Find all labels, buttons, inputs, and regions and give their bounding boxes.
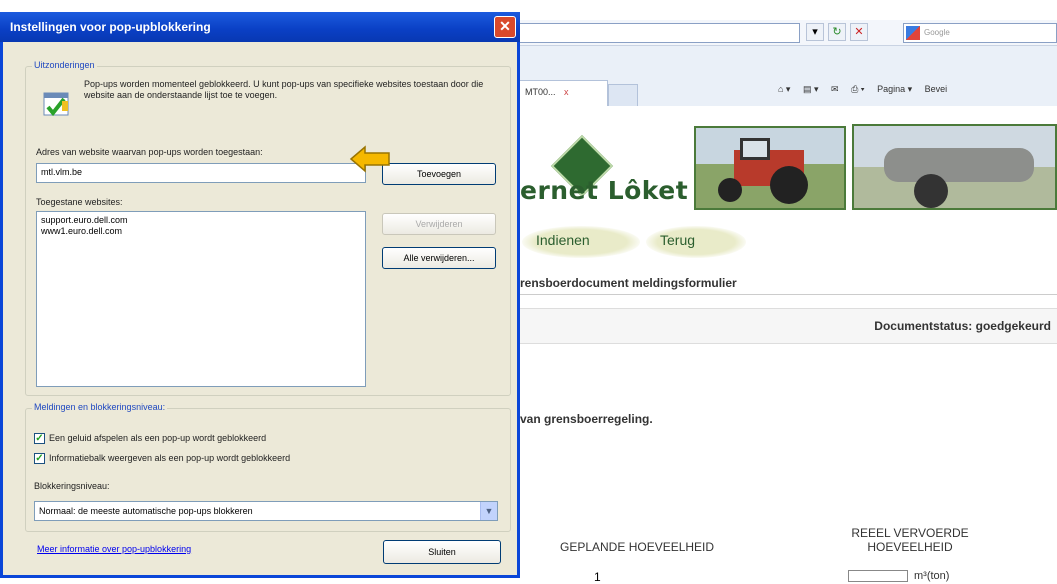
site-banner: ernet Lôket <box>520 114 1057 218</box>
address-bar[interactable] <box>518 23 800 43</box>
website-address-input[interactable]: mtl.vlm.be <box>36 163 366 183</box>
list-item[interactable]: www1.euro.dell.com <box>41 226 361 237</box>
print-icon[interactable]: ⎙ ▾ <box>851 84 864 95</box>
blocking-level-select[interactable]: Normaal: de meeste automatische pop-ups … <box>34 501 498 521</box>
pointer-arrow-icon <box>349 145 390 173</box>
address-toolbar: ▾ ↻ ✕ Google <box>510 20 1057 46</box>
form-title: rensboerdocument meldingsformulier <box>520 276 737 290</box>
command-bar: ⌂ ▾ ▤ ▾ ✉ ⎙ ▾ Pagina ▾ Bevei <box>778 84 957 104</box>
planned-value: 1 <box>594 570 601 584</box>
info-text: Pop-ups worden momenteel geblokkeerd. U … <box>84 79 484 100</box>
popup-info-icon <box>43 92 69 117</box>
home-icon[interactable]: ⌂ ▾ <box>778 84 790 95</box>
sound-checkbox-label: Een geluid afspelen als een pop-up wordt… <box>49 433 267 443</box>
dialog-titlebar[interactable]: Instellingen voor pop-upblokkering ✕ <box>0 12 520 42</box>
infobar-checkbox-row[interactable]: ✓ Informatiebalk weergeven als een pop-up… <box>34 453 504 467</box>
page-nav: Indienen Terug <box>520 222 1057 262</box>
mail-icon[interactable]: ✉ <box>831 84 839 95</box>
chevron-down-icon[interactable]: ▼ <box>480 502 497 520</box>
column-planned-header: GEPLANDE HOEVEELHEID <box>560 540 715 554</box>
spreader-photo <box>852 124 1057 210</box>
notifications-legend: Meldingen en blokkeringsniveau: <box>32 402 168 412</box>
submit-button[interactable]: Indienen <box>522 226 640 258</box>
tab-page[interactable]: MT00... x <box>518 80 608 106</box>
status-row: Documentstatus: goedgekeurd <box>520 308 1057 344</box>
infobar-checkbox-label: Informatiebalk weergeven als een pop-up … <box>49 453 291 463</box>
tab-close-icon[interactable]: x <box>564 87 569 97</box>
page-message: van grensboerregeling. <box>520 412 653 426</box>
column-real-header: REEEL VERVOERDE HOEVEELHEID <box>851 526 969 554</box>
dropdown-icon[interactable]: ▾ <box>806 23 824 41</box>
sound-checkbox-row[interactable]: ✓ Een geluid afspelen als een pop-up word… <box>34 433 504 447</box>
popup-blocker-dialog: Instellingen voor pop-upblokkering ✕ Uit… <box>0 12 520 578</box>
allowed-sites-list[interactable]: support.euro.dell.com www1.euro.dell.com <box>36 211 366 387</box>
exceptions-group: Uitzonderingen Pop-ups worden momenteel … <box>25 60 511 396</box>
add-button[interactable]: Toevoegen <box>382 163 496 185</box>
back-button[interactable]: Terug <box>646 226 746 258</box>
tractor-photo <box>694 126 846 210</box>
blocking-level-value: Normaal: de meeste automatische pop-ups … <box>39 506 253 516</box>
checkbox-checked-icon[interactable]: ✓ <box>34 453 45 465</box>
remove-button[interactable]: Verwijderen <box>382 213 496 235</box>
new-tab-button[interactable] <box>608 84 638 106</box>
allowed-sites-label: Toegestane websites: <box>36 197 123 207</box>
remove-all-button[interactable]: Alle verwijderen... <box>382 247 496 269</box>
more-info-link[interactable]: Meer informatie over pop-upblokkering <box>37 544 191 554</box>
document-status: Documentstatus: goedgekeurd <box>874 319 1051 333</box>
address-label: Adres van website waarvan pop-ups worden… <box>36 147 263 157</box>
page-menu[interactable]: Pagina ▾ <box>877 84 912 95</box>
blocking-level-label: Blokkeringsniveau: <box>34 481 110 491</box>
checkbox-checked-icon[interactable]: ✓ <box>34 433 45 445</box>
exceptions-legend: Uitzonderingen <box>32 60 97 70</box>
close-icon[interactable]: ✕ <box>494 16 516 38</box>
search-engine-icon[interactable] <box>906 26 920 40</box>
divider <box>520 294 1057 295</box>
stop-icon[interactable]: ✕ <box>850 23 868 41</box>
brand-text: ernet Lôket <box>520 176 689 205</box>
unit-label: m³(ton) <box>914 570 950 582</box>
tab-label: MT00... <box>525 87 556 97</box>
web-page: ernet Lôket Indienen Terug rensboerdocum… <box>520 106 1057 584</box>
close-button[interactable]: Sluiten <box>383 540 501 564</box>
security-menu[interactable]: Bevei <box>925 84 948 94</box>
notifications-group: Meldingen en blokkeringsniveau: ✓ Een gel… <box>25 402 511 532</box>
real-quantity-input[interactable] <box>848 570 908 582</box>
search-input[interactable]: Google <box>903 23 1057 43</box>
list-item[interactable]: support.euro.dell.com <box>41 215 361 226</box>
feeds-icon[interactable]: ▤ ▾ <box>803 84 819 95</box>
dialog-title: Instellingen voor pop-upblokkering <box>10 20 211 34</box>
tab-bar: MT00... x ⌂ ▾ ▤ ▾ ✉ ⎙ ▾ Pagina ▾ Bevei <box>510 46 1057 106</box>
refresh-icon[interactable]: ↻ <box>828 23 846 41</box>
